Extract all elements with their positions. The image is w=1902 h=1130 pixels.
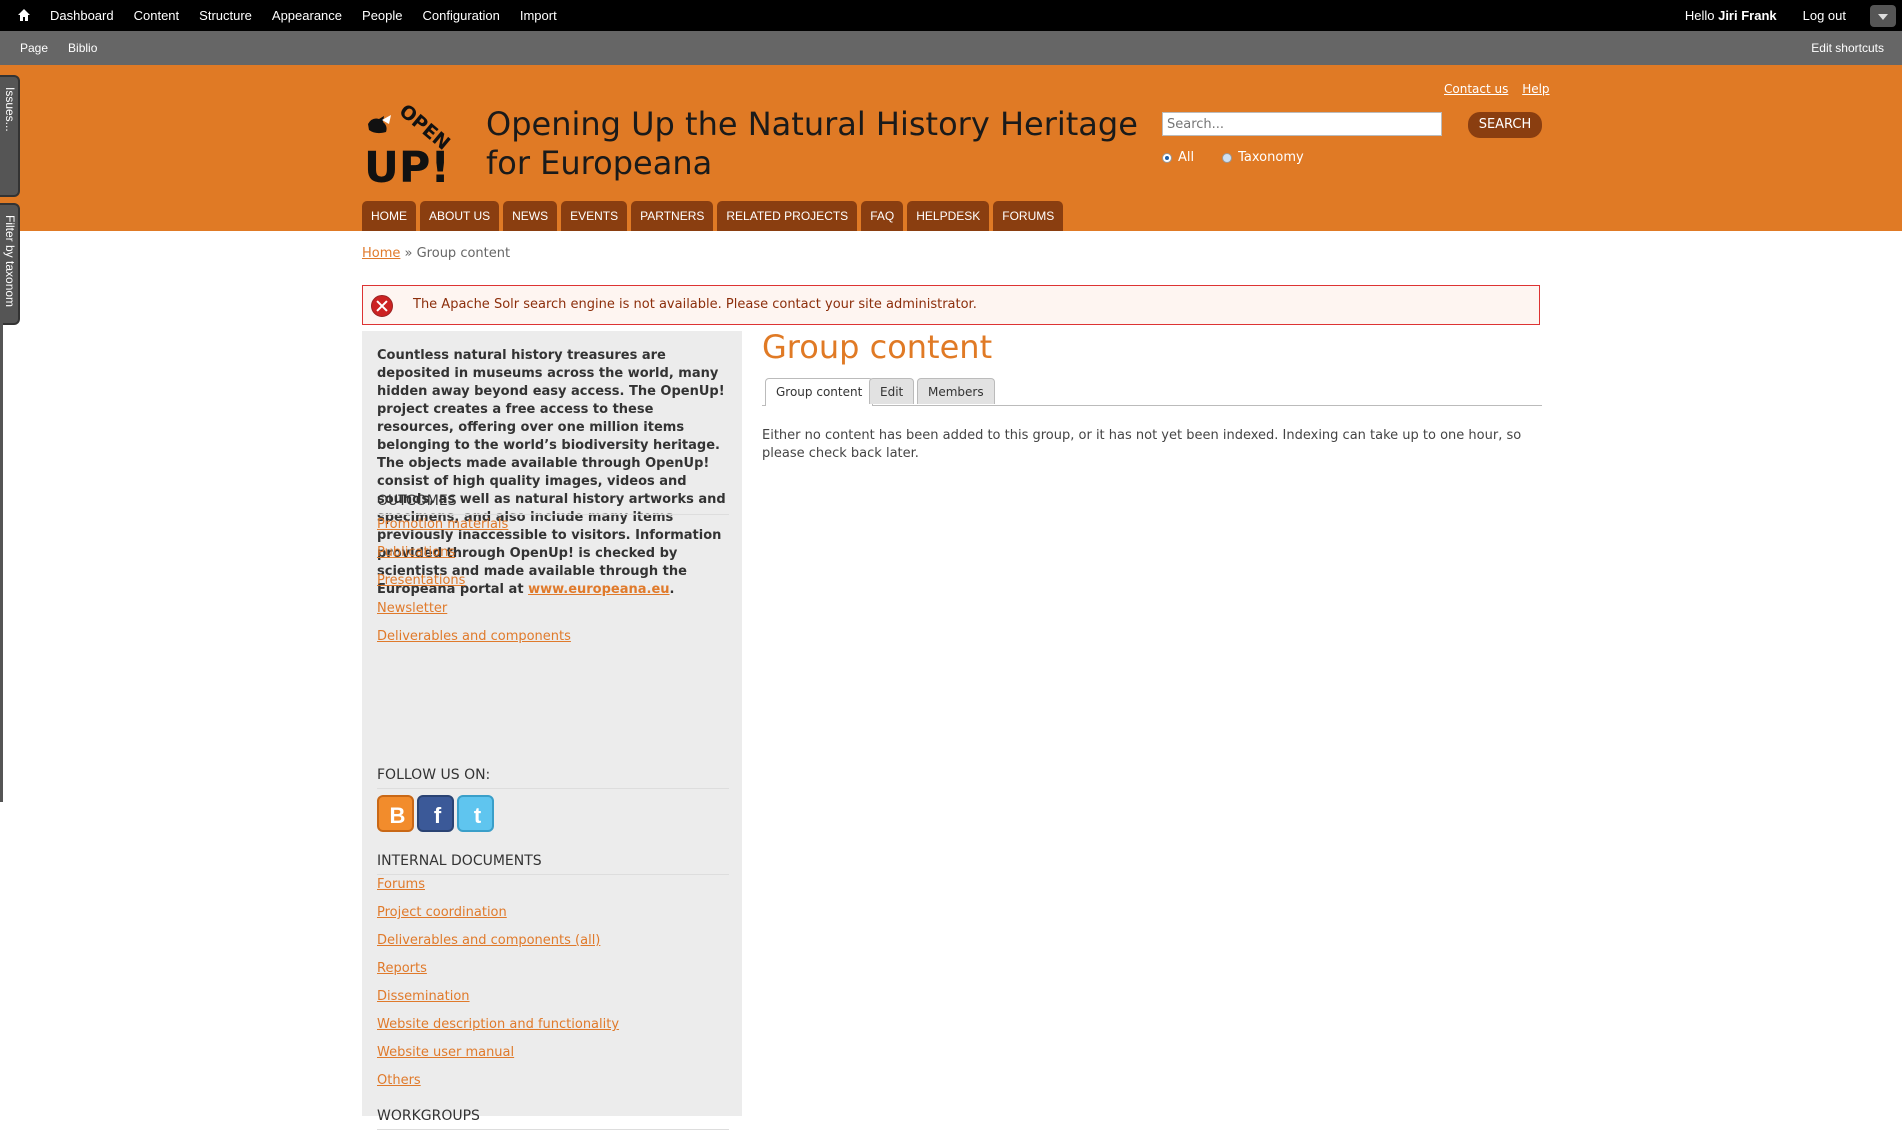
internal-documents-list: Forums Project coordination Deliverables… <box>377 871 619 1095</box>
site-header: OPEN UP! Opening Up the Natural History … <box>0 65 1902 231</box>
search-button[interactable]: SEARCH <box>1468 112 1542 138</box>
empty-content-message: Either no content has been added to this… <box>762 428 1522 461</box>
workgroups-heading: WORKGROUPS <box>377 1108 729 1130</box>
radio-taxonomy-label: Taxonomy <box>1238 150 1304 165</box>
page-title: Group content <box>762 328 993 366</box>
toolbar-appearance[interactable]: Appearance <box>262 0 352 31</box>
admin-menu: Dashboard Content Structure Appearance P… <box>40 0 567 31</box>
shortcut-page[interactable]: Page <box>10 31 58 65</box>
toolbar-import[interactable]: Import <box>510 0 567 31</box>
greeting-text: Hello <box>1684 8 1715 23</box>
nav-helpdesk[interactable]: HELPDESK <box>907 201 990 231</box>
radio-all-label: All <box>1178 150 1195 165</box>
outcome-link[interactable]: Deliverables and components <box>377 623 571 651</box>
tab-members[interactable]: Members <box>917 378 995 404</box>
internal-link[interactable]: Reports <box>377 955 619 983</box>
breadcrumb: Home » Group content <box>362 246 510 261</box>
admin-toolbar: Dashboard Content Structure Appearance P… <box>0 0 1902 32</box>
twitter-icon[interactable]: t <box>457 795 494 832</box>
logout-link[interactable]: Log out <box>1787 0 1864 31</box>
nav-events[interactable]: EVENTS <box>561 201 628 231</box>
internal-link[interactable]: Deliverables and components (all) <box>377 927 619 955</box>
user-name[interactable]: Jiri Frank <box>1718 8 1777 23</box>
outcome-link[interactable]: Newsletter <box>377 595 571 623</box>
user-greeting: Hello Jiri Frank <box>1675 0 1787 31</box>
nav-partners[interactable]: PARTNERS <box>631 201 714 231</box>
left-sidebar: Countless natural history treasures are … <box>362 331 742 1130</box>
error-message: The Apache Solr search engine is not ava… <box>362 285 1540 325</box>
social-links: B f t <box>377 795 494 832</box>
outcomes-list: Promotion materials Publications Present… <box>377 511 571 651</box>
follow-us-heading: FOLLOW US ON: <box>377 767 729 789</box>
breadcrumb-separator: » <box>400 246 417 261</box>
radio-all[interactable]: All <box>1162 150 1194 165</box>
site-title-line2: for Europeana <box>486 144 713 182</box>
home-icon[interactable] <box>17 8 31 22</box>
edit-shortcuts-link[interactable]: Edit shortcuts <box>1801 31 1894 65</box>
radio-taxonomy[interactable]: Taxonomy <box>1222 150 1304 165</box>
contact-us-link[interactable]: Contact us <box>1444 82 1508 96</box>
internal-link[interactable]: Forums <box>377 871 619 899</box>
issues-side-tab[interactable]: Issues... <box>0 75 20 197</box>
internal-link[interactable]: Project coordination <box>377 899 619 927</box>
content-tabs: Group content Edit Members <box>762 378 1542 406</box>
nav-related-projects[interactable]: RELATED PROJECTS <box>717 201 858 231</box>
filter-taxonomy-side-tab[interactable]: Filter by taxonom <box>0 203 20 325</box>
shortcut-biblio[interactable]: Biblio <box>58 31 107 65</box>
filter-side-tab-label: Filter by taxonom <box>3 215 17 308</box>
internal-link[interactable]: Others <box>377 1067 619 1095</box>
blogger-icon[interactable]: B <box>377 795 414 832</box>
radio-taxonomy-dot[interactable] <box>1222 152 1233 163</box>
outcome-link[interactable]: Publications <box>377 539 571 567</box>
outcome-link[interactable]: Promotion materials <box>377 511 571 539</box>
breadcrumb-home-link[interactable]: Home <box>362 246 400 261</box>
nav-about-us[interactable]: ABOUT US <box>420 201 500 231</box>
side-panel-edge <box>0 320 3 802</box>
nav-forums[interactable]: FORUMS <box>993 201 1064 231</box>
main-navigation: HOME ABOUT US NEWS EVENTS PARTNERS RELAT… <box>362 201 1064 231</box>
toolbar-structure[interactable]: Structure <box>189 0 262 31</box>
internal-link[interactable]: Website description and functionality <box>377 1011 619 1039</box>
error-message-text: The Apache Solr search engine is not ava… <box>413 297 977 312</box>
search-input[interactable] <box>1162 112 1442 136</box>
toolbar-content[interactable]: Content <box>124 0 190 31</box>
site-title-line1: Opening Up the Natural History Heritage <box>486 105 1138 143</box>
toolbar-dashboard[interactable]: Dashboard <box>40 0 124 31</box>
issues-side-tab-label: Issues... <box>3 87 17 132</box>
error-icon <box>371 295 393 317</box>
shortcuts-bar: Page Biblio Edit shortcuts <box>0 31 1902 65</box>
help-link[interactable]: Help <box>1522 82 1549 96</box>
toolbar-user-area: Hello Jiri Frank Log out <box>1675 0 1864 31</box>
site-title[interactable]: Opening Up the Natural History Heritage … <box>486 105 1138 183</box>
search-scope: All Taxonomy <box>1162 150 1304 165</box>
header-links: Contact us Help <box>1444 82 1560 96</box>
openup-logo[interactable]: OPEN UP! <box>362 93 462 185</box>
toolbar-configuration[interactable]: Configuration <box>413 0 510 31</box>
radio-all-dot[interactable] <box>1162 152 1172 163</box>
toolbar-people[interactable]: People <box>352 0 412 31</box>
nav-home[interactable]: HOME <box>362 201 416 231</box>
internal-link[interactable]: Website user manual <box>377 1039 619 1067</box>
shortcuts-toggle-button[interactable] <box>1870 5 1896 27</box>
tab-edit[interactable]: Edit <box>869 378 915 404</box>
facebook-icon[interactable]: f <box>417 795 454 832</box>
tab-group-content[interactable]: Group content <box>765 378 874 406</box>
nav-faq[interactable]: FAQ <box>861 201 904 231</box>
svg-text:UP!: UP! <box>364 143 450 185</box>
internal-link[interactable]: Dissemination <box>377 983 619 1011</box>
nav-news[interactable]: NEWS <box>503 201 558 231</box>
outcome-link[interactable]: Presentations <box>377 567 571 595</box>
breadcrumb-current: Group content <box>416 246 511 261</box>
intro-end: . <box>669 582 675 597</box>
